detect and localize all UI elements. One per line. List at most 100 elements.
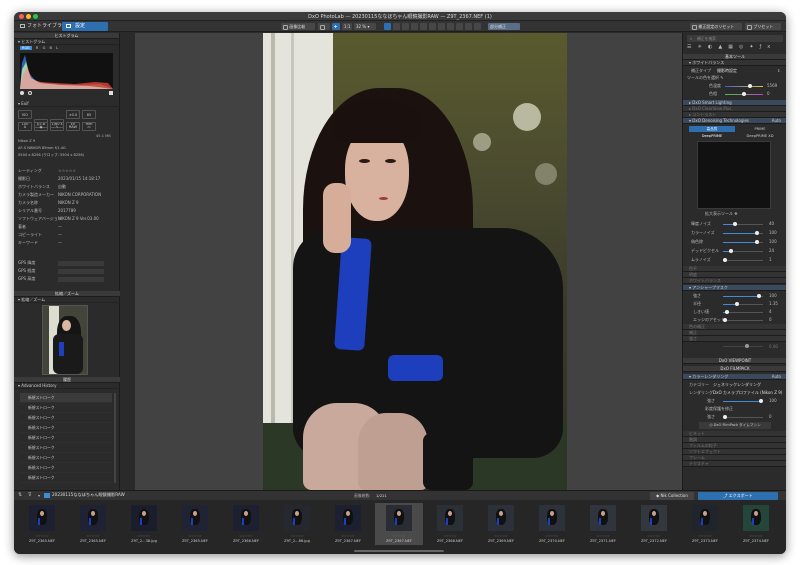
view-mode-button[interactable]	[318, 23, 330, 30]
filmstrip-thumb[interactable]: ☆☆☆☆☆ Z9T_2369.NEF	[477, 503, 525, 545]
noise-value[interactable]: 100	[769, 229, 777, 237]
exif-iso[interactable]: ISO 100	[18, 110, 32, 126]
export-button[interactable]: ⤴ エクスポート	[698, 492, 778, 500]
thumb-rating[interactable]: ☆☆☆☆☆	[69, 534, 117, 538]
history-subheader[interactable]: ▾ Advanced History	[14, 383, 120, 389]
reset-corrections-button[interactable]: 補正設定のリセット	[690, 23, 742, 30]
main-photo[interactable]	[263, 33, 567, 490]
collapsed-section[interactable]: ホワイトバランス	[683, 278, 786, 284]
crosshair-button[interactable]: ✚	[332, 23, 340, 30]
history-item[interactable]: 新規ストローク	[20, 453, 112, 463]
local-adjustments-button[interactable]: 部分補正	[488, 23, 520, 30]
mode-hq-button[interactable]: 高品質	[689, 126, 735, 132]
mode-deepprime-button[interactable]: DeepPRIME	[689, 133, 735, 139]
history-item[interactable]: 新規ストローク	[20, 443, 112, 453]
slider-knob[interactable]	[723, 258, 727, 262]
thumb-rating[interactable]: ☆☆☆☆☆	[273, 534, 321, 538]
filmstrip-scrollbar[interactable]	[354, 550, 444, 552]
protect-slider[interactable]	[723, 415, 763, 419]
unsharp-slider[interactable]	[723, 310, 763, 314]
category-select[interactable]: ジェネリックレンダリング	[713, 381, 761, 389]
filmstrip-thumb[interactable]: ☆☆☆☆☆ Z9T_2365.NEF	[18, 503, 66, 545]
exif-ev[interactable]: ±0.0 EV	[66, 110, 80, 126]
filmstrip-thumb[interactable]: ☆☆☆☆☆ Z9T_2374.NEF	[732, 503, 780, 545]
noise-slider[interactable]	[723, 258, 763, 262]
filmstrip-thumb[interactable]: ☆☆☆☆☆ Z9T_2368.NEF	[426, 503, 474, 545]
local-icon[interactable]: ◎	[739, 44, 749, 50]
horizon-tool-button[interactable]	[402, 23, 409, 30]
filmstrip-thumb[interactable]: ☆☆☆☆☆ Z9T_2370.NEF	[528, 503, 576, 545]
format-icon[interactable]: ▭	[82, 122, 96, 131]
thumb-rating[interactable]: ☆☆☆☆☆	[324, 534, 372, 538]
slider-knob[interactable]	[755, 231, 759, 235]
filmstrip-thumb[interactable]: ☆☆☆☆☆ Z9T_2365.NEF	[69, 503, 117, 545]
thumb-rating[interactable]: ☆☆☆☆☆	[681, 534, 729, 538]
unsharp-slider[interactable]	[723, 294, 763, 298]
thumb-rating[interactable]: ☆☆☆☆☆	[426, 534, 474, 538]
histogram-header[interactable]: ヒストグラム	[14, 33, 119, 39]
metering-icon[interactable]: ◉	[34, 122, 48, 131]
perspective-tool-button[interactable]	[411, 23, 418, 30]
exposure-mode-icon[interactable]: A	[18, 122, 32, 131]
tab-customize[interactable]: 設定	[62, 22, 108, 31]
strength-slider[interactable]	[723, 399, 763, 403]
navigator-subheader[interactable]: ▾ 拡縮／ズーム	[14, 297, 120, 303]
unsharp-section[interactable]: ▾ アンシャープマスク	[683, 285, 786, 291]
temp-value[interactable]: 5569	[767, 82, 777, 90]
slider-knob[interactable]	[735, 302, 739, 306]
denoise-section[interactable]: ▾ DxO Denoising Technologies Auto	[683, 118, 786, 124]
slider-knob[interactable]	[733, 222, 737, 226]
color-render-section[interactable]: ▾ カラーレンダリング Auto	[683, 374, 786, 380]
channel-r[interactable]: R	[36, 46, 39, 50]
flash-icon[interactable]: ϟ	[50, 122, 64, 131]
thumb-rating[interactable]: ☆☆☆☆☆	[375, 534, 423, 538]
redeye-tool-button[interactable]	[420, 23, 427, 30]
thumb-rating[interactable]: ☆☆☆☆☆	[579, 534, 627, 538]
history-item[interactable]: 新規ストローク	[20, 463, 112, 473]
history-item[interactable]: 新規ストローク	[20, 403, 112, 413]
geometry-icon[interactable]: ▦	[728, 44, 739, 50]
unsharp-value[interactable]: 100	[769, 292, 777, 300]
light-icon[interactable]: ☀	[697, 44, 707, 50]
thumb-rating[interactable]: ☆☆☆☆☆	[732, 534, 780, 538]
fx-icon[interactable]: ƒx	[760, 44, 777, 50]
raw-badge[interactable]: RAW	[66, 122, 80, 131]
noise-slider[interactable]	[723, 222, 763, 226]
denoise-loupe-preview[interactable]	[697, 141, 771, 209]
histogram-subheader[interactable]: ▾ ヒストグラム	[14, 39, 119, 45]
meta-value[interactable]: 2023/01/15 14:18:17	[58, 175, 100, 183]
filmstrip-thumb[interactable]: ☆☆☆☆☆ Z9T_2365.NEF	[171, 503, 219, 545]
noise-value[interactable]: 100	[769, 238, 777, 246]
white-balance-section[interactable]: ▾ ホワイトバランス	[683, 60, 786, 66]
unsharp-value[interactable]: 4	[769, 308, 772, 316]
hand-tool-button[interactable]	[384, 23, 391, 30]
clipping-toggle-icon[interactable]	[109, 91, 113, 95]
gps-lat-field[interactable]	[58, 261, 104, 266]
slider-knob[interactable]	[723, 318, 727, 322]
filmstrip-thumb[interactable]: ☆☆☆☆☆ Z9T_2...38.jpg	[120, 503, 168, 545]
history-item[interactable]: 新規ストローク	[20, 433, 112, 443]
filmpack-header[interactable]: DxO FILMPACK	[683, 366, 786, 372]
zoom-select[interactable]: 32 % ▾	[354, 23, 376, 30]
thumb-rating[interactable]: ☆☆☆☆☆	[477, 534, 525, 538]
folder-dropdown-icon[interactable]: ▾	[38, 493, 40, 498]
gps-lon-field[interactable]	[58, 269, 104, 274]
repair-tool-button[interactable]	[474, 23, 481, 30]
history-item[interactable]: 新規ストローク	[20, 423, 112, 433]
current-folder[interactable]: 20230115ななほちゃん眼鏡撮影RAW	[52, 492, 125, 498]
mode-deepprimexd-button[interactable]: DeepPRIME XD	[737, 133, 783, 139]
thumb-rating[interactable]: ☆☆☆☆☆	[630, 534, 678, 538]
unsharp-value[interactable]: 0	[769, 316, 772, 324]
exif-header[interactable]: ▾ Exif	[14, 101, 120, 107]
filmstrip-thumb[interactable]: ☆☆☆☆☆ Z9T_2367.NEF	[375, 503, 423, 545]
protect-value[interactable]: 0	[769, 413, 772, 421]
navigator-preview[interactable]	[42, 305, 88, 375]
viewpoint-header[interactable]: DxO VIEWPOINT	[683, 358, 786, 364]
clip-shadow-icon[interactable]	[20, 91, 24, 95]
local-adjust-tool-button[interactable]	[447, 23, 454, 30]
zoom-fit-button[interactable]: 1:1	[342, 23, 352, 30]
unsharp-slider[interactable]	[723, 318, 763, 322]
eyedropper-icon[interactable]: ✎	[720, 75, 723, 80]
slider-knob[interactable]	[725, 310, 729, 314]
filmstrip-thumb[interactable]: ☆☆☆☆☆ Z9T_2371.NEF	[579, 503, 627, 545]
